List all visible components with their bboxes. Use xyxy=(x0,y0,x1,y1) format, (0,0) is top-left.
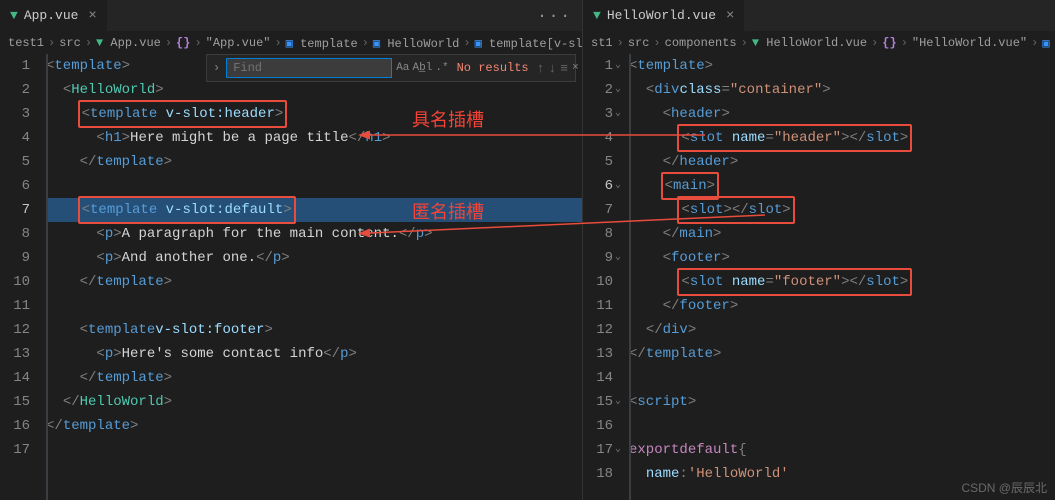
vue-icon: ▼ xyxy=(10,8,18,23)
code-line[interactable]: ⌄export default { xyxy=(629,438,1055,462)
code-area[interactable]: <template> <HelloWorld> <template v-slot… xyxy=(46,54,582,500)
tab-label: HelloWorld.vue xyxy=(607,8,716,23)
code-line[interactable]: </template> xyxy=(629,342,1055,366)
code-line[interactable] xyxy=(629,366,1055,390)
code-line[interactable]: <p>A paragraph for the main content.</p> xyxy=(46,222,582,246)
watermark: CSDN @辰辰北 xyxy=(961,479,1047,496)
prev-icon[interactable]: ↑ xyxy=(537,59,545,77)
code-line[interactable]: ⌄ <main> xyxy=(629,174,1055,198)
find-results: No results xyxy=(453,61,533,75)
code-line[interactable] xyxy=(46,294,582,318)
more-icon[interactable]: ··· xyxy=(527,7,582,25)
close-find-icon[interactable]: × xyxy=(572,59,579,77)
code-line[interactable]: </template> xyxy=(46,150,582,174)
code-area[interactable]: ⌄<template>⌄ <div class="container">⌄ <h… xyxy=(629,54,1055,500)
match-word-icon[interactable]: Ab̲l xyxy=(413,59,431,77)
code-line[interactable]: </header> xyxy=(629,150,1055,174)
find-input[interactable] xyxy=(226,58,392,78)
tab-app-vue[interactable]: ▼ App.vue × xyxy=(0,0,108,32)
gutter: 1234567891011121314151617 xyxy=(0,54,46,500)
tab-label: App.vue xyxy=(24,8,79,23)
code-line[interactable]: <template v-slot:default> xyxy=(46,198,582,222)
code-line[interactable]: <p>Here's some contact info</p> xyxy=(46,342,582,366)
right-pane: ▼ HelloWorld.vue × st1 › src › component… xyxy=(583,0,1055,500)
close-icon[interactable]: × xyxy=(726,8,734,24)
editor[interactable]: 1234567891011121314151617 <template> <He… xyxy=(0,54,582,500)
regex-icon[interactable]: .* xyxy=(435,59,448,77)
tab-bar: ▼ App.vue × ··· xyxy=(0,0,582,32)
code-line[interactable] xyxy=(46,174,582,198)
code-line[interactable]: <p>And another one.</p> xyxy=(46,246,582,270)
breadcrumbs[interactable]: test1 › src › ▼ App.vue › {} › "App.vue"… xyxy=(0,32,582,54)
close-icon[interactable]: × xyxy=(88,8,96,24)
code-line[interactable]: </template> xyxy=(46,414,582,438)
code-line[interactable]: ⌄ <div class="container"> xyxy=(629,78,1055,102)
tab-bar: ▼ HelloWorld.vue × xyxy=(583,0,1055,32)
code-line[interactable]: <slot name="header"></slot> xyxy=(629,126,1055,150)
vue-icon: ▼ xyxy=(593,8,601,23)
code-line[interactable]: ⌄<script> xyxy=(629,390,1055,414)
code-line[interactable]: <slot name="footer"></slot> xyxy=(629,270,1055,294)
left-pane: ▼ App.vue × ··· test1 › src › ▼ App.vue … xyxy=(0,0,582,500)
code-line[interactable]: </div> xyxy=(629,318,1055,342)
next-icon[interactable]: ↓ xyxy=(548,59,556,77)
editor[interactable]: 123456789101112131415161718 ⌄<template>⌄… xyxy=(583,54,1055,500)
code-line[interactable]: ⌄ <footer> xyxy=(629,246,1055,270)
code-line[interactable]: <h1>Here might be a page title</h1> xyxy=(46,126,582,150)
menu-icon[interactable]: ≡ xyxy=(560,59,568,77)
code-line[interactable]: </template> xyxy=(46,270,582,294)
code-line[interactable] xyxy=(46,438,582,462)
code-line[interactable] xyxy=(629,414,1055,438)
code-line[interactable]: </template> xyxy=(46,366,582,390)
code-line[interactable]: </footer> xyxy=(629,294,1055,318)
tab-helloworld-vue[interactable]: ▼ HelloWorld.vue × xyxy=(583,0,745,32)
match-case-icon[interactable]: Aa xyxy=(396,59,409,77)
code-line[interactable]: <template v-slot:footer> xyxy=(46,318,582,342)
breadcrumbs[interactable]: st1 › src › components › ▼ HelloWorld.vu… xyxy=(583,32,1055,54)
code-line[interactable]: <template v-slot:header> xyxy=(46,102,582,126)
code-line[interactable]: ⌄ <header> xyxy=(629,102,1055,126)
chevron-right-icon[interactable]: › xyxy=(211,61,222,75)
find-widget: › Aa Ab̲l .* No results ↑ ↓ ≡ × xyxy=(206,54,576,82)
gutter: 123456789101112131415161718 xyxy=(583,54,629,500)
code-line[interactable]: </main> xyxy=(629,222,1055,246)
code-line[interactable]: <slot></slot> xyxy=(629,198,1055,222)
code-line[interactable]: ⌄<template> xyxy=(629,54,1055,78)
code-line[interactable]: </HelloWorld> xyxy=(46,390,582,414)
